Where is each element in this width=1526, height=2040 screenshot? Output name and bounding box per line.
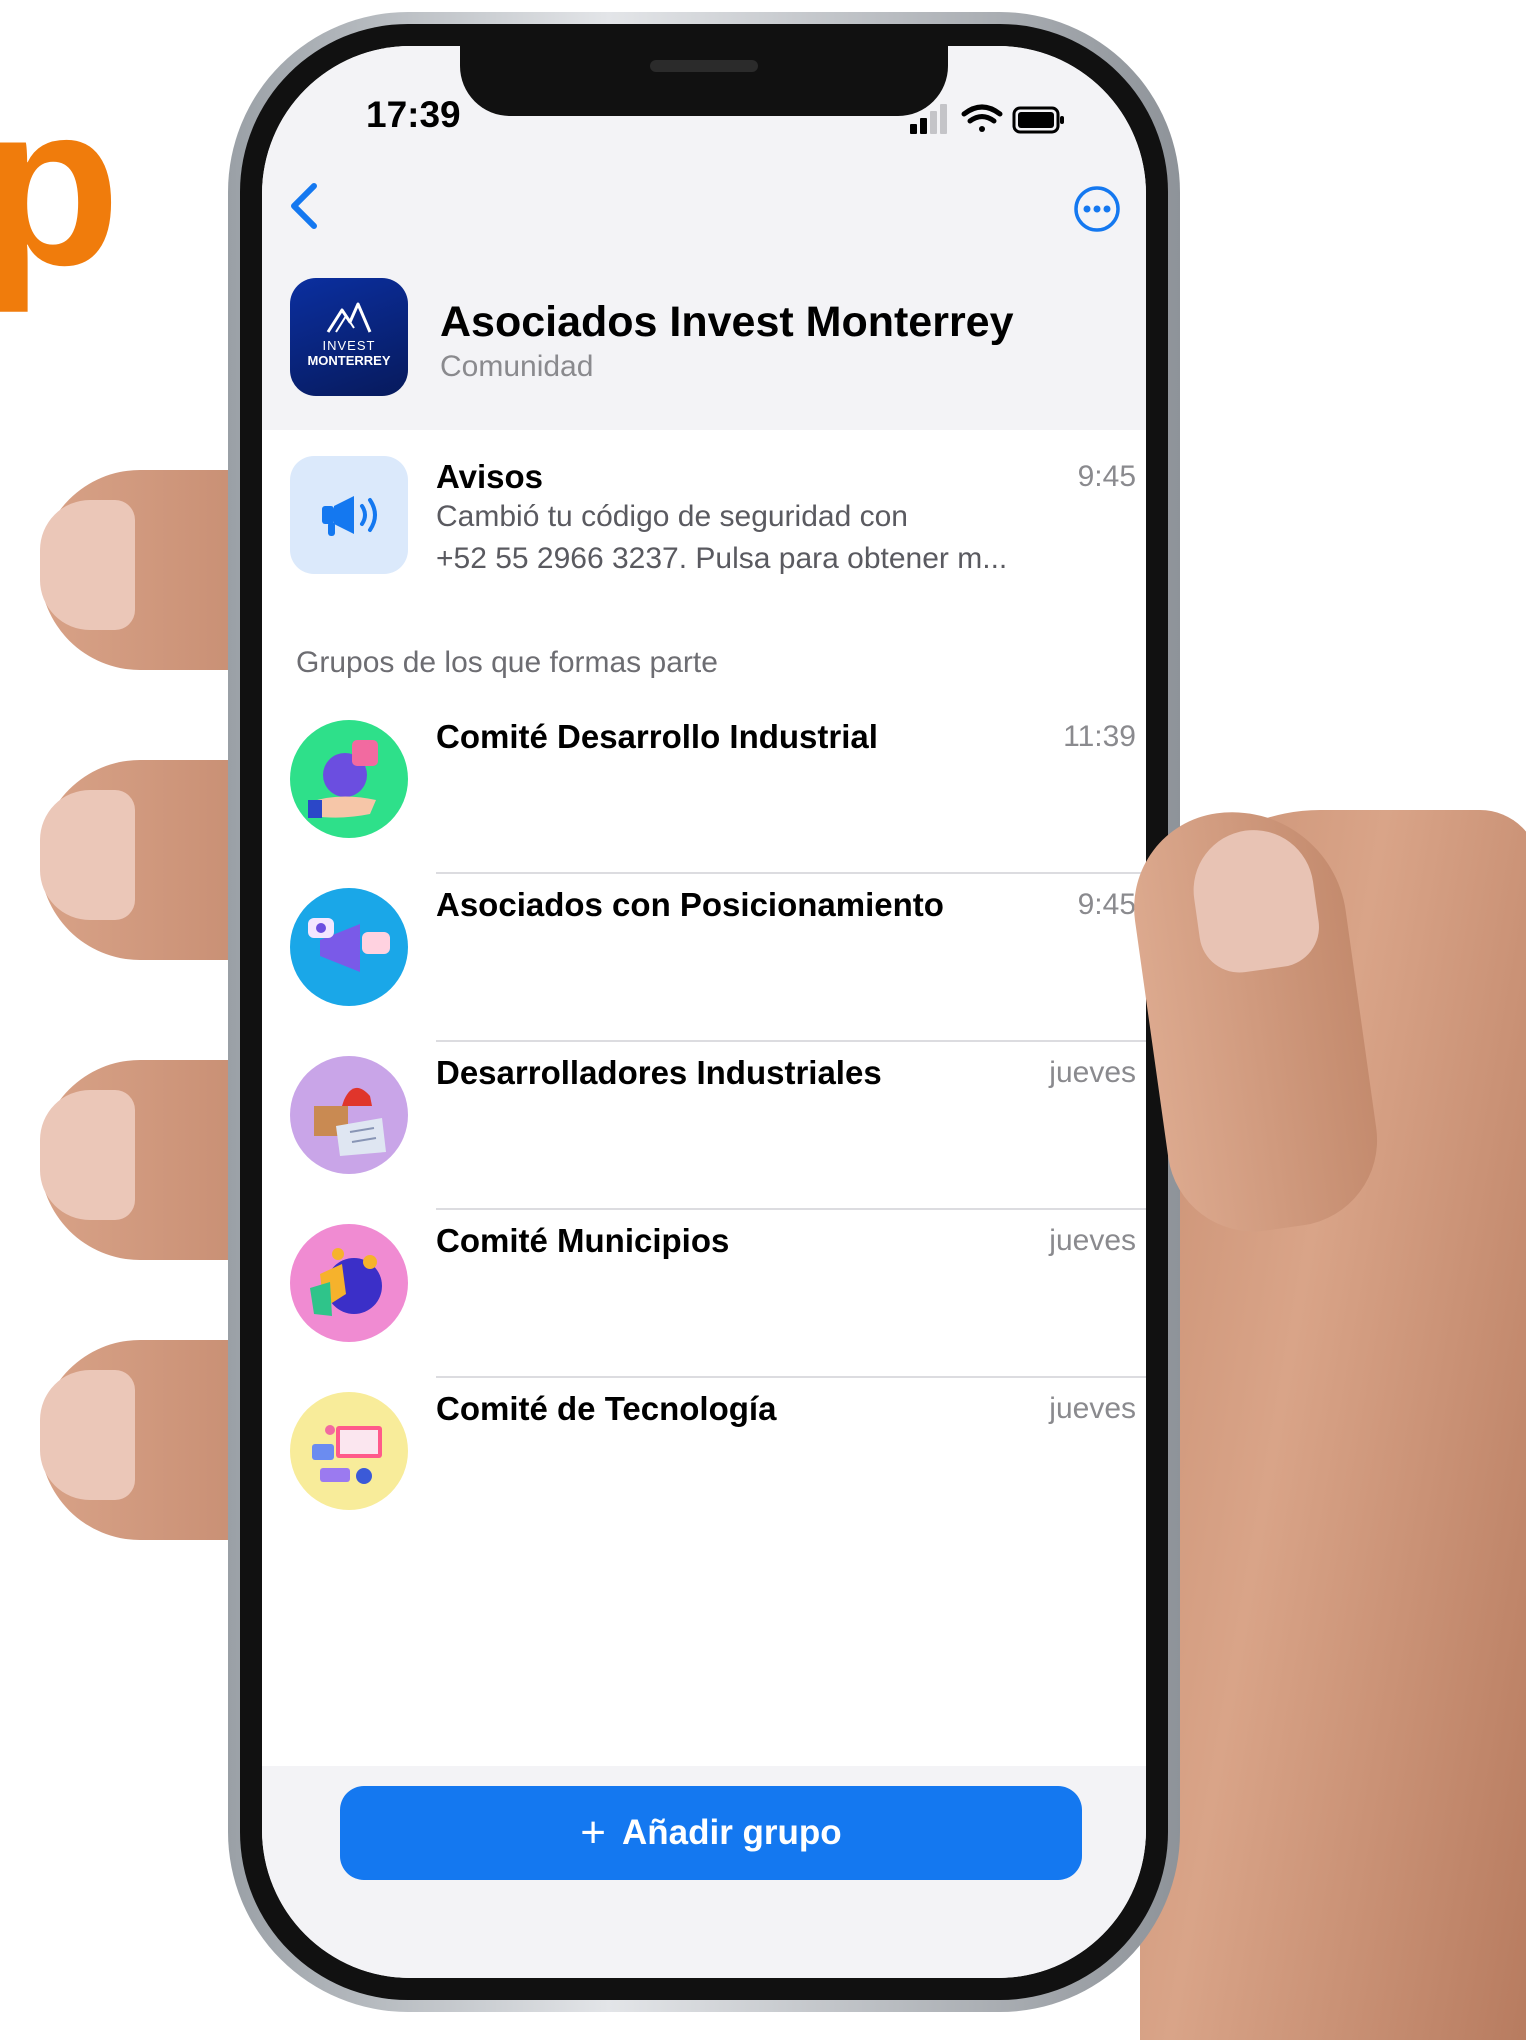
technology-devices-icon xyxy=(312,1425,382,1484)
hardhat-blueprint-icon xyxy=(314,1087,386,1156)
add-group-button[interactable]: + Añadir grupo xyxy=(340,1786,1082,1880)
back-chevron-icon[interactable] xyxy=(282,176,326,236)
group-name: Desarrolladores Industriales xyxy=(436,1054,882,1091)
group-avatar xyxy=(290,720,408,838)
add-group-label: Añadir grupo xyxy=(621,1813,842,1852)
group-row[interactable]: Desarrolladores Industriales jueves xyxy=(262,1042,1146,1210)
group-avatar xyxy=(290,1056,408,1174)
fingernail xyxy=(40,790,135,920)
plus-icon: + xyxy=(580,1808,606,1857)
announcements-icon xyxy=(290,456,408,574)
announcements-time: 9:45 xyxy=(1077,460,1136,493)
community-logo: INVEST MONTERREY xyxy=(290,278,408,396)
more-options-icon[interactable] xyxy=(1072,184,1122,234)
fingernail xyxy=(40,1370,135,1500)
group-name: Comité Municipios xyxy=(436,1222,730,1259)
groups-section-header: Grupos de los que formas parte xyxy=(296,646,718,679)
community-subtitle: Comunidad xyxy=(440,350,594,383)
community-title: Asociados Invest Monterrey xyxy=(440,298,1014,346)
logo-text-invest: INVEST xyxy=(322,338,376,353)
group-avatar xyxy=(290,1224,408,1342)
group-time: 9:45 xyxy=(1077,888,1136,921)
group-time: 11:39 xyxy=(1063,720,1136,753)
group-name: Asociados con Posicionamiento xyxy=(436,886,944,923)
announcements-title: Avisos xyxy=(436,458,543,495)
logo-text-monterrey: MONTERREY xyxy=(307,353,391,368)
megaphone-bubbles-icon xyxy=(308,918,390,972)
fingernail xyxy=(40,1090,135,1220)
announcements-row[interactable]: Avisos 9:45 Cambió tu código de segurida… xyxy=(262,446,1146,596)
status-time: 17:39 xyxy=(366,94,461,135)
battery-icon xyxy=(1012,106,1064,134)
group-row[interactable]: Asociados con Posicionamiento 9:45 xyxy=(262,874,1146,1042)
group-time: jueves xyxy=(1049,1392,1136,1425)
group-time: jueves xyxy=(1049,1056,1136,1089)
mountain-logo-icon xyxy=(326,302,372,333)
fingernail xyxy=(40,500,135,630)
group-time: jueves xyxy=(1049,1224,1136,1257)
city-map-pieces-icon xyxy=(310,1248,382,1316)
group-avatar xyxy=(290,888,408,1006)
megaphone-icon xyxy=(322,496,377,536)
speaker-grille xyxy=(650,60,758,72)
announcements-preview-line2: +52 55 2966 3237. Pulsa para obtener m..… xyxy=(436,542,1008,575)
background-headline: p xyxy=(0,56,120,313)
group-row[interactable]: Comité Desarrollo Industrial 11:39 xyxy=(262,706,1146,874)
group-avatar xyxy=(290,1392,408,1510)
status-icons xyxy=(910,104,1064,134)
group-name: Comité Desarrollo Industrial xyxy=(436,718,878,755)
wifi-icon xyxy=(961,104,1003,132)
signal-icon xyxy=(910,104,947,134)
phone-screen: 17:39 INVEST MONTERREY Asociados Invest … xyxy=(262,46,1146,1978)
group-row[interactable]: Comité de Tecnología jueves xyxy=(262,1378,1146,1546)
notch xyxy=(460,46,948,116)
group-row[interactable]: Comité Municipios jueves xyxy=(262,1210,1146,1378)
industrial-chart-icon xyxy=(308,740,378,818)
announcements-preview-line1: Cambió tu código de seguridad con xyxy=(436,500,908,533)
group-name: Comité de Tecnología xyxy=(436,1390,777,1427)
